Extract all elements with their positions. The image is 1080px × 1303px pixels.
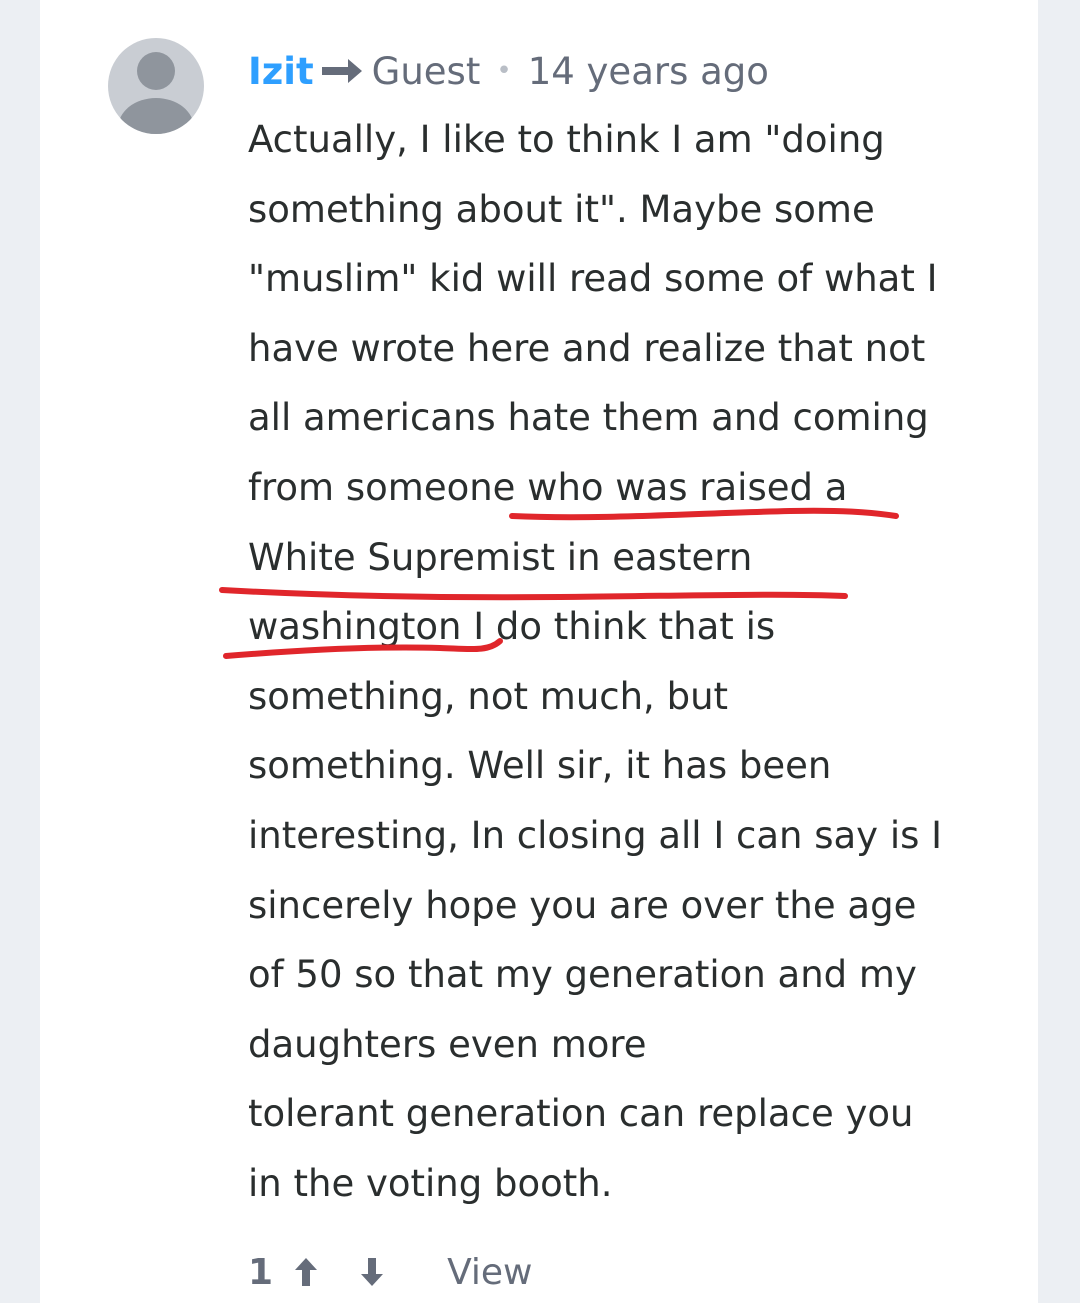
comment-line: "muslim" kid will read some of what I [248,257,938,301]
vote-count: 1 [248,1251,274,1293]
comment-line: washington I do think that is [248,605,776,649]
meta-separator: • [496,56,512,86]
arrow-down-icon[interactable] [357,1254,387,1290]
avatar-body-shape [118,98,194,134]
author-name[interactable]: Izit [248,50,314,93]
comment-line: from someone who was raised a [248,465,848,509]
comment-line: sincerely hope you are over the age [248,883,917,927]
comment-line: daughters even more [248,1022,647,1066]
comment-line: all americans hate them and coming [248,396,929,440]
comment-line: have wrote here and realize that not [248,326,926,370]
comment-actions: 1 View [248,1245,533,1299]
comment-line: Actually, I like to think I am "doing [248,118,885,161]
comment-line: something. Well sir, it has been [248,744,832,788]
comment-line: in the voting booth. [248,1161,613,1205]
reply-arrow-icon [321,59,362,83]
avatar[interactable] [108,38,204,134]
comment-line: White Supremist in eastern [248,535,753,579]
reply-to-name[interactable]: Guest [372,50,481,93]
avatar-head-shape [137,52,175,90]
comment-line: of 50 so that my generation and my [248,953,917,997]
comment-line: something, not much, but [248,674,729,718]
comment-line: something about it". Maybe some [248,187,875,231]
comment-timestamp[interactable]: 14 years ago [528,50,769,93]
arrow-up-icon[interactable] [291,1254,321,1290]
comment-line: interesting, In closing all I can say is… [248,813,943,857]
comment-meta: Izit Guest • 14 years ago [248,44,769,98]
view-link[interactable]: View [447,1252,532,1293]
comment-line: tolerant generation can replace you [248,1092,914,1136]
comment-body: Actually, I like to think I am "doing so… [248,105,1008,1219]
